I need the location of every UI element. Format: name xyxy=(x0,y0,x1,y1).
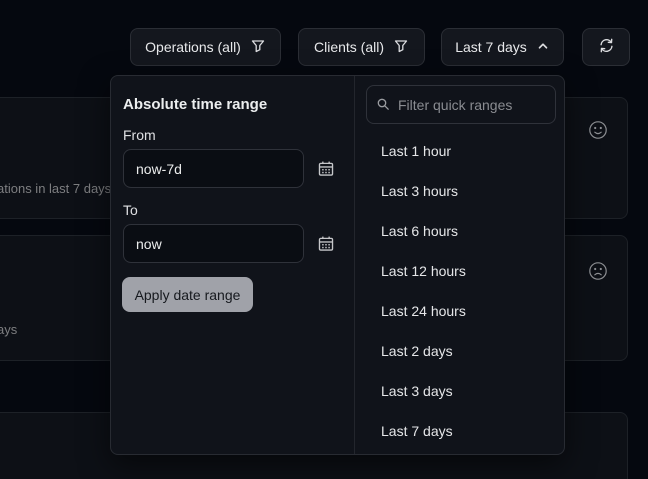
time-range-label: Last 7 days xyxy=(455,39,527,55)
app-window: ations in last 7 days ays Operations (al… xyxy=(0,0,648,479)
to-input[interactable] xyxy=(123,224,304,263)
filter-funnel-icon xyxy=(250,38,266,57)
calendar-icon[interactable] xyxy=(317,160,335,178)
smiley-face-icon xyxy=(587,119,609,141)
chevron-up-icon xyxy=(536,39,550,56)
quick-range-option[interactable]: Last 7 days xyxy=(355,411,565,451)
refresh-button[interactable] xyxy=(582,28,630,66)
refresh-icon xyxy=(598,37,615,57)
apply-date-range-button[interactable]: Apply date range xyxy=(122,277,253,312)
quick-range-option[interactable]: Last 2 days xyxy=(355,331,565,371)
clients-filter-label: Clients (all) xyxy=(314,39,384,55)
frowning-face-icon xyxy=(587,260,609,282)
quick-range-option[interactable]: Last 3 days xyxy=(355,371,565,411)
operations-filter-label: Operations (all) xyxy=(145,39,241,55)
quick-range-option[interactable]: Last 1 hour xyxy=(355,131,565,171)
card-subtitle-truncated: ays xyxy=(0,322,17,337)
quick-range-search-input[interactable] xyxy=(366,85,556,124)
absolute-time-range-title: Absolute time range xyxy=(123,96,267,113)
quick-range-list: Last 1 hour Last 3 hours Last 6 hours La… xyxy=(355,131,565,451)
time-range-picker-button[interactable]: Last 7 days xyxy=(441,28,564,66)
to-label: To xyxy=(123,202,138,218)
quick-range-option[interactable]: Last 6 hours xyxy=(355,211,565,251)
calendar-icon[interactable] xyxy=(317,235,335,253)
from-label: From xyxy=(123,127,156,143)
from-input[interactable] xyxy=(123,149,304,188)
quick-range-search xyxy=(366,85,556,124)
card-subtitle-truncated: ations in last 7 days xyxy=(0,181,111,196)
quick-range-option[interactable]: Last 24 hours xyxy=(355,291,565,331)
time-range-dropdown: Absolute time range From To xyxy=(110,75,565,455)
operations-filter-button[interactable]: Operations (all) xyxy=(130,28,281,66)
filter-funnel-icon xyxy=(393,38,409,57)
clients-filter-button[interactable]: Clients (all) xyxy=(298,28,425,66)
quick-range-option[interactable]: Last 12 hours xyxy=(355,251,565,291)
quick-range-option[interactable]: Last 3 hours xyxy=(355,171,565,211)
